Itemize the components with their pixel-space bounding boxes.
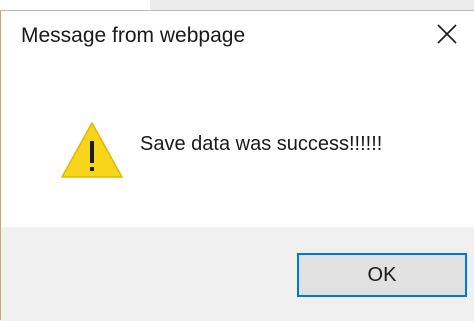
message-dialog: Message from webpage Save data was succe… — [0, 10, 474, 321]
background-strip-shade — [150, 0, 474, 10]
close-icon — [437, 24, 457, 44]
close-button[interactable] — [430, 17, 464, 51]
dialog-title: Message from webpage — [21, 24, 246, 47]
dialog-message: Save data was success!!!!!! — [140, 133, 383, 155]
dialog-content: Save data was success!!!!!! — [1, 57, 474, 227]
ok-button[interactable]: OK — [297, 253, 467, 297]
dialog-footer: OK — [1, 227, 474, 321]
warning-icon — [61, 122, 123, 178]
title-bar[interactable]: Message from webpage — [1, 11, 474, 57]
